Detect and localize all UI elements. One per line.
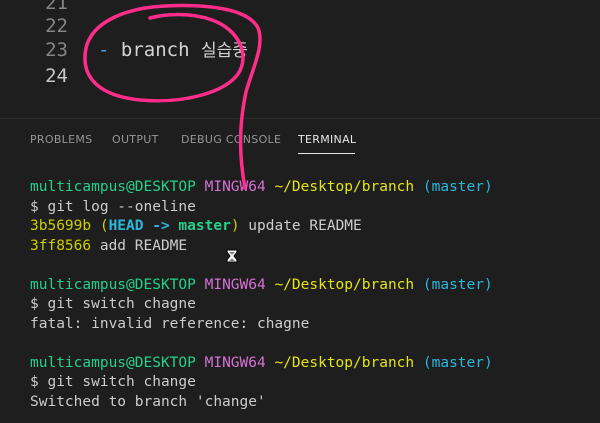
terminal-command: $ git log --oneline <box>30 198 196 215</box>
tab-terminal[interactable]: TERMINAL <box>298 133 356 146</box>
terminal-output-line: 3b5699b (HEAD -> master) update README <box>30 217 600 237</box>
prompt-path: ~/Desktop/branch <box>274 354 415 371</box>
prompt-path: ~/Desktop/branch <box>274 276 415 293</box>
prompt-branch: (master) <box>422 354 493 371</box>
line-number: 24 <box>45 65 68 87</box>
line-korean-text: 실습중 <box>200 41 248 61</box>
prompt-user: multicampus@DESKTOP <box>30 179 196 195</box>
terminal[interactable]: multicampus@DESKTOP MINGW64 ~/Desktop/br… <box>30 178 600 412</box>
terminal-prompt: multicampus@DESKTOP MINGW64 ~/Desktop/br… <box>30 354 600 374</box>
prompt-branch: (master) <box>422 179 493 195</box>
editor-line-23[interactable]: 23 - branch 실습중 <box>0 37 600 64</box>
line-text: branch <box>109 39 201 61</box>
wait-cursor-icon <box>226 249 238 263</box>
commit-hash: 3b5699b <box>30 218 92 234</box>
prompt-env: MINGW64 <box>204 276 266 293</box>
commit-hash: 3ff8566 <box>30 237 92 254</box>
editor-line-24[interactable]: 24 <box>0 63 600 90</box>
editor-area[interactable]: 21 22 23 - branch 실습중 24 <box>0 0 600 118</box>
prompt-path: ~/Desktop/branch <box>274 179 415 195</box>
active-tab-indicator <box>298 153 355 154</box>
paren-close: ) <box>230 218 240 234</box>
terminal-output-line: fatal: invalid reference: chagne <box>30 315 310 332</box>
list-dash: - <box>98 39 110 61</box>
terminal-output-line: 3ff8566 add README <box>30 237 600 257</box>
terminal-output-line: Switched to branch 'change' <box>30 393 266 410</box>
line-number: 22 <box>45 15 68 37</box>
prompt-env: MINGW64 <box>204 354 266 371</box>
paren-open: ( <box>99 218 109 234</box>
line-number: 23 <box>45 39 68 61</box>
branch-ref: master <box>178 218 231 234</box>
terminal-prompt: multicampus@DESKTOP MINGW64 ~/Desktop/br… <box>30 178 600 198</box>
prompt-branch: (master) <box>422 276 493 293</box>
commit-message: update README <box>239 218 362 234</box>
terminal-command: $ git switch change <box>30 374 196 390</box>
terminal-prompt: multicampus@DESKTOP MINGW64 ~/Desktop/br… <box>30 276 600 296</box>
prompt-user: multicampus@DESKTOP <box>30 276 196 293</box>
tab-output[interactable]: OUTPUT <box>112 133 159 146</box>
commit-message: add README <box>91 237 188 254</box>
terminal-command: $ git switch chagne <box>30 296 196 312</box>
tab-problems[interactable]: PROBLEMS <box>30 133 92 146</box>
prompt-user: multicampus@DESKTOP <box>30 354 196 371</box>
head-pointer: HEAD -> <box>108 218 179 234</box>
prompt-env: MINGW64 <box>204 179 266 195</box>
tab-debug-console[interactable]: DEBUG CONSOLE <box>181 133 281 146</box>
editor-line-22[interactable]: 22 <box>0 13 600 40</box>
line-content: - branch 실습중 <box>98 37 248 65</box>
